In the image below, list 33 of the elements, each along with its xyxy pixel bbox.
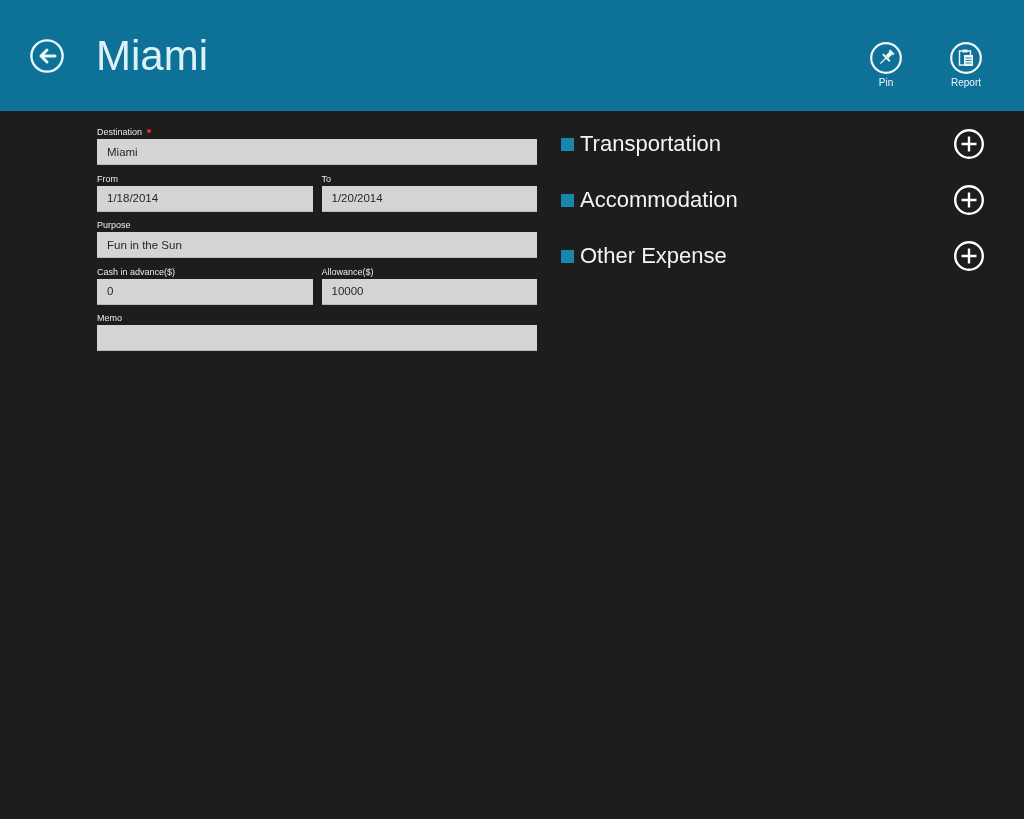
back-icon	[30, 38, 64, 73]
pin-button[interactable]: Pin	[856, 42, 916, 89]
category-marker-icon	[561, 137, 574, 151]
add-button[interactable]	[954, 129, 984, 159]
text-field[interactable]: 1/20/2014	[321, 185, 537, 212]
plus-icon	[954, 185, 984, 215]
pin-icon	[870, 42, 902, 74]
text-field[interactable]: 0	[97, 278, 313, 305]
clipboard-icon	[950, 42, 982, 74]
field-label: Purpose	[97, 219, 131, 232]
text-field[interactable]: Miami	[97, 139, 537, 165]
plus-icon	[954, 241, 984, 271]
add-button[interactable]	[954, 185, 984, 215]
page-title: Miami	[96, 30, 208, 81]
field-label: Allowance($)	[321, 265, 374, 279]
field-label: Memo	[97, 312, 122, 325]
text-field[interactable]: 1/18/2014	[97, 185, 313, 212]
add-button[interactable]	[954, 241, 984, 271]
text-field[interactable]	[97, 325, 537, 351]
report-button[interactable]: Report	[936, 42, 996, 89]
field-label: From	[97, 172, 118, 186]
field-label: Destination	[97, 126, 143, 139]
back-button[interactable]	[30, 38, 64, 73]
plus-icon	[954, 129, 984, 159]
field-label: To	[321, 172, 331, 186]
text-field[interactable]: Fun in the Sun	[97, 232, 537, 258]
category-title: Accommodation	[580, 186, 738, 214]
category-title: Transportation	[580, 130, 722, 158]
category-marker-icon	[561, 249, 574, 263]
text-field[interactable]: 10000	[321, 278, 537, 305]
category-title: Other Expense	[580, 242, 727, 270]
category-marker-icon	[561, 193, 574, 207]
field-label: Cash in advance($)	[97, 265, 176, 279]
